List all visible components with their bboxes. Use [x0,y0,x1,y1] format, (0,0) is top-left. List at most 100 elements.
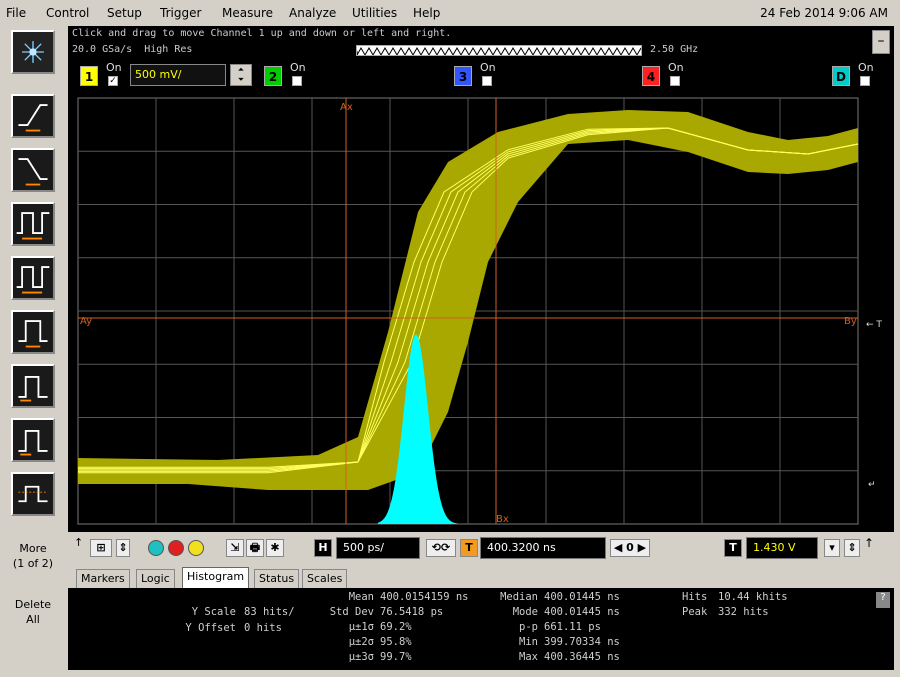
menu-file[interactable]: File [6,6,26,20]
print-button[interactable]: 🖶 [246,539,264,557]
tab-histogram[interactable]: Histogram [182,567,250,588]
sigma2-value: 95.8% [380,636,412,648]
channel-1-on-label: On [106,61,122,74]
fall-time-button[interactable] [11,148,55,192]
top-icon [18,376,48,402]
channel-3-button[interactable]: 3 [454,66,472,86]
acquisition-mode: High Res [144,44,193,55]
trigger-label: T [724,539,742,557]
stepper-down-icon: ⏷ [237,75,245,84]
period-button[interactable] [11,202,55,246]
stddev-value: 76.5418 ps [380,606,444,618]
timebase-field[interactable]: 500 ps/ [336,537,420,559]
vpp-button[interactable] [11,472,55,516]
median-label: Median [500,591,538,603]
channel-1-checkbox[interactable]: ✓ [108,76,118,86]
trigger-stepper[interactable]: ⇕ [844,539,860,557]
amplitude-button[interactable] [11,418,55,462]
channel-4-checkbox[interactable] [670,76,680,86]
horizontal-position-field[interactable]: 400.3200 ns [480,537,606,559]
acquisition-info: 20.0 GSa/s High Res [72,44,192,55]
menu-analyze[interactable]: Analyze [289,6,336,20]
trigger-level-field[interactable]: 1.430 V [746,537,818,559]
amplitude-icon [18,430,48,456]
control-bar: ↑ ⊞ ⇕ ⇲ 🖶 ✱ H 500 ps/ ⟲⟳ T 400.3200 ns ◀… [68,532,894,566]
peak-label: Peak [682,606,708,618]
sigma2-label: μ±2σ [348,636,374,648]
channel-2-button[interactable]: 2 [264,66,282,86]
stop-indicator[interactable] [168,540,184,556]
channel-3-on-label: On [480,61,496,74]
tab-scales[interactable]: Scales [302,569,348,588]
channel-bar: 1 On ✓ 500 mV/ ⏶ ⏷ 2 On 3 On 4 On D On [68,60,894,92]
menu-measure[interactable]: Measure [222,6,273,20]
tab-status[interactable]: Status [254,569,300,588]
menu-utilities[interactable]: Utilities [352,6,397,20]
tab-logic[interactable]: Logic [136,569,175,588]
position-stepper[interactable]: ◀ 0 ▶ [610,539,650,557]
autoscale-button[interactable]: ✱ [266,539,284,557]
rise-time-button[interactable] [11,94,55,138]
oscilloscope-window: File Control Setup Trigger Measure Analy… [0,0,900,677]
pulse-width-icon [18,320,48,348]
menu-control[interactable]: Control [46,6,89,20]
help-button[interactable]: ? [876,592,890,608]
channel-2-checkbox[interactable] [292,76,302,86]
waveform-display: Ax Bx Ay By [77,97,859,525]
min-value: 399.70334 ns [544,636,620,648]
y-offset-value: 0 hits [244,622,282,634]
channel-4-button[interactable]: 4 [642,66,660,86]
channel-1-scale-stepper[interactable]: ⏶ ⏷ [230,64,252,86]
top-button[interactable] [11,364,55,408]
frequency-button[interactable] [11,256,55,300]
menu-trigger[interactable]: Trigger [160,6,201,20]
hits-value: 10.44 khits [718,591,788,603]
bandwidth: 2.50 GHz [650,44,699,55]
memory-bar[interactable] [356,45,642,56]
zoom-button[interactable]: ⊞ [90,539,112,557]
marker-by-label: By [844,316,857,327]
channel-4-on-label: On [668,61,684,74]
single-indicator[interactable] [188,540,204,556]
pointer-icon[interactable]: ↑ [74,536,83,549]
mean-label: Mean [348,591,374,603]
channel-3-checkbox[interactable] [482,76,492,86]
pp-label: p-p [519,621,538,633]
stddev-label: Std Dev [329,606,374,618]
period-icon [16,212,50,240]
memory-bar-graphic [357,46,641,55]
timebase-knob[interactable]: ⟲⟳ [426,539,456,557]
pulse-width-button[interactable] [11,310,55,354]
run-indicator[interactable] [148,540,164,556]
more-button[interactable]: More (1 of 2) [0,542,66,570]
stepper-up-icon: ⏶ [237,65,245,74]
trigger-edge-icon[interactable]: ↑ [864,536,874,550]
minimize-button[interactable]: – [872,30,890,54]
digital-on-label: On [858,61,874,74]
delete-all-button[interactable]: Delete All [0,598,66,626]
scope-display[interactable]: Ax Bx Ay By ← T ↵ [68,92,894,532]
y-offset-label: Y Offset [185,622,236,634]
tab-markers[interactable]: Markers [76,569,130,588]
logo-button[interactable] [11,30,55,74]
marker-ax-label: Ax [340,102,353,113]
channel-1-button[interactable]: 1 [80,66,98,86]
channel-1-scale[interactable]: 500 mV/ [130,64,226,86]
trigger-reference-icon: T [460,539,478,557]
max-label: Max [519,651,538,663]
rise-time-icon [18,104,48,132]
default-setup-button[interactable]: ⇲ [226,539,244,557]
sigma3-value: 99.7% [380,651,412,663]
min-label: Min [519,636,538,648]
channel-1-ground-marker: ↵ [868,480,876,490]
delete-sub-label: All [26,613,40,626]
digital-button[interactable]: D [832,66,850,86]
sample-rate: 20.0 GSa/s [72,44,133,55]
trigger-dropdown-button[interactable]: ▾ [824,539,840,557]
digital-checkbox[interactable] [860,76,870,86]
fall-time-icon [18,158,48,186]
menu-setup[interactable]: Setup [107,6,142,20]
menu-help[interactable]: Help [413,6,440,20]
zoom-updown-button[interactable]: ⇕ [116,539,130,557]
more-label: More [19,542,47,555]
